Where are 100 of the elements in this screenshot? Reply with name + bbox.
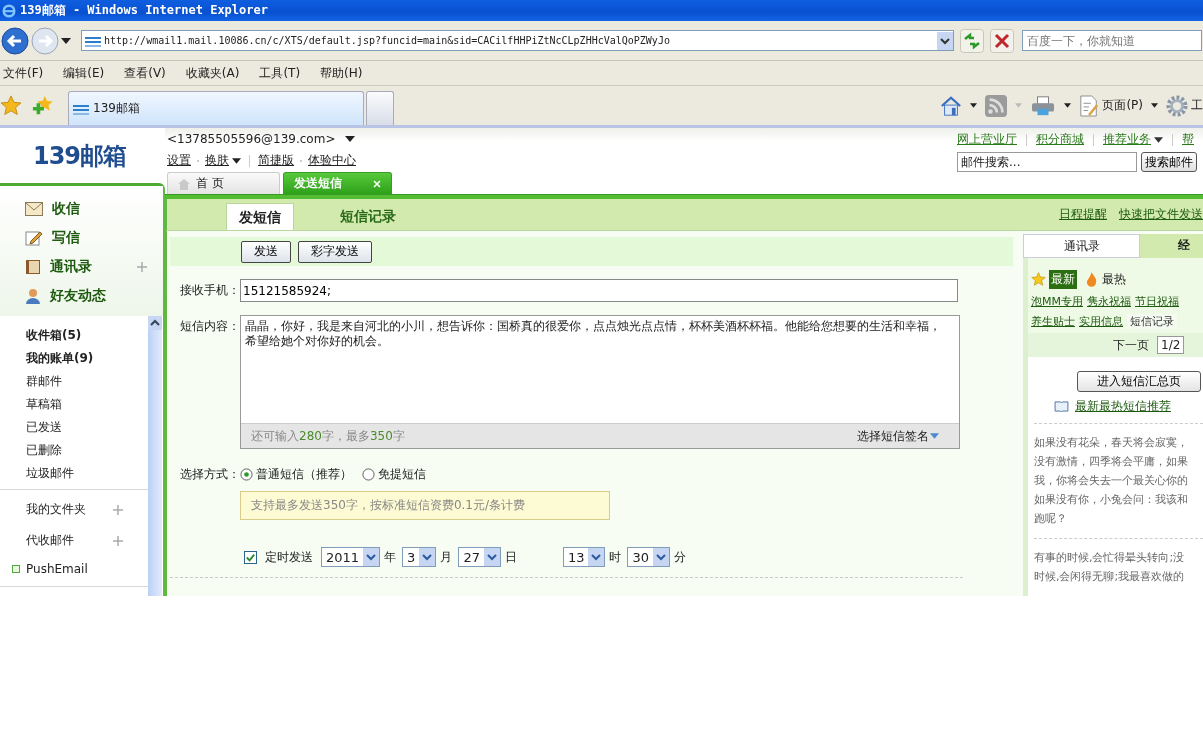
search-field[interactable]: 百度一下，你就知道 [1022, 30, 1202, 51]
tools-menu[interactable]: 工 [1191, 97, 1203, 114]
address-field[interactable]: http://wmail1.mail.10086.cn/c/XTS/default.jsp?funcid=main&sid=CACilfHHPiZtNcCLpZHHcValQoPZWyJo [81, 30, 954, 51]
menu-item[interactable]: 查看(V) [124, 64, 166, 82]
history-caret-icon[interactable] [61, 37, 71, 44]
folder-item[interactable]: 已删除 [0, 439, 148, 462]
sidebar-action[interactable]: 好友动态 [50, 286, 106, 305]
scroll-up-icon[interactable] [148, 316, 162, 330]
page-menu[interactable]: 页面(P) [1102, 97, 1143, 114]
folder-group[interactable]: 代收邮件 [26, 532, 74, 549]
caret-icon[interactable] [1154, 136, 1163, 143]
add-icon[interactable] [113, 504, 123, 515]
signature-dropdown[interactable]: 选择短信签名 [857, 427, 939, 445]
folder-item[interactable]: 群邮件 [0, 370, 148, 393]
sms-sample[interactable]: 有事的时候,会忙得晕头转向;没 时候,会闲得无聊;我最喜欢做的 [1034, 538, 1203, 596]
recommend-link[interactable]: 最新最热短信推荐 [1075, 398, 1171, 415]
sms-sample[interactable]: 如果没有花朵，春天将会寂寞， 没有激情，四季将会平庸，如果 我，你将会失去一个最关心你的 如果没有你，小兔会问：我该和 跑呢？ [1034, 423, 1203, 538]
category-link[interactable]: 实用信息 [1079, 314, 1123, 329]
caret-icon[interactable] [232, 157, 241, 164]
top-link[interactable]: 积分商城 [1036, 131, 1084, 148]
menu-item[interactable]: 工具(T) [259, 64, 301, 82]
home-icon[interactable] [940, 94, 963, 117]
feed-icon[interactable] [985, 94, 1008, 117]
sidebar-action[interactable]: 写信 [52, 228, 80, 247]
gear-icon[interactable] [1166, 94, 1188, 117]
header-link[interactable]: 换肤 [205, 152, 229, 169]
sidebar-action[interactable]: 收信 [52, 199, 80, 218]
category-link[interactable]: 节日祝福 [1135, 294, 1179, 309]
refresh-button[interactable] [960, 28, 984, 53]
browser-tab[interactable]: 139邮箱 [68, 91, 364, 125]
add-favorite-icon[interactable] [32, 94, 54, 117]
date-select[interactable]: 27 [458, 547, 501, 567]
date-select[interactable]: 3 [402, 547, 437, 567]
hint-box: 支持最多发送350字，按标准短信资费0.1元/条计费 [240, 491, 610, 520]
new-tab-button[interactable] [366, 91, 394, 125]
mail-search-field[interactable]: 邮件搜索... [957, 152, 1137, 172]
radio-icon[interactable] [362, 467, 375, 481]
date-select[interactable]: 2011 [321, 547, 381, 567]
back-button[interactable] [1, 26, 29, 55]
scrollbar[interactable] [148, 316, 162, 596]
checkbox[interactable] [244, 550, 257, 564]
caret-icon[interactable] [970, 103, 978, 108]
radio-icon[interactable] [240, 467, 253, 481]
caret-icon[interactable] [1151, 103, 1158, 108]
top-link[interactable]: 帮 [1182, 131, 1194, 148]
folder-group[interactable]: 我的文件夹 [26, 501, 86, 518]
radio-option[interactable]: 普通短信（推荐） [240, 465, 352, 483]
dropdown-icon[interactable] [483, 548, 500, 566]
stop-button[interactable] [990, 28, 1014, 53]
caret-icon[interactable] [1064, 103, 1072, 108]
menu-item[interactable]: 帮助(H) [320, 64, 363, 82]
date-select[interactable]: 13 [562, 547, 606, 567]
send-button[interactable]: 彩字发送 [298, 240, 372, 263]
filter-tab[interactable]: 最热 [1100, 270, 1128, 289]
panel-tab[interactable]: 通讯录 [1023, 234, 1140, 258]
sms-tab[interactable]: 短信记录 [328, 203, 408, 229]
page-tab[interactable]: 首 页 [167, 172, 280, 194]
next-page-link[interactable]: 下一页 [1113, 336, 1149, 354]
dropdown-icon[interactable] [937, 31, 953, 50]
push-email-link[interactable]: PushEmail [26, 562, 88, 576]
menu-item[interactable]: 文件(F) [3, 64, 44, 82]
message-field[interactable]: 晶晶，你好，我是来自河北的小川，想告诉你：国桥真的很爱你，点点烛光点点情，杯杯美酒杯杯福。他能给您想要的生活和幸福，希望给她个对你好的机会。 还可输入280字，最多350字 选择短信签名 [240, 315, 960, 449]
menu-item[interactable]: 收藏夹(A) [185, 64, 240, 82]
printer-icon[interactable] [1030, 94, 1057, 117]
sidebar-action[interactable]: 通讯录 [50, 257, 92, 276]
filter-tab[interactable]: 最新 [1049, 270, 1077, 289]
header-link[interactable]: 简捷版 [258, 152, 294, 169]
unit-label: 分 [674, 548, 686, 566]
tool-link[interactable]: 快速把文件发送 [1119, 206, 1203, 224]
send-button[interactable]: 发送 [241, 240, 291, 263]
tool-link[interactable]: 日程提醒 [1059, 206, 1107, 224]
summary-button[interactable]: 进入短信汇总页 [1077, 371, 1201, 392]
page-select[interactable]: 1/2 [1157, 336, 1185, 354]
category-link[interactable]: 泡MM专用 [1031, 294, 1083, 309]
header-link[interactable]: 体验中心 [308, 152, 356, 169]
close-icon[interactable] [373, 179, 381, 188]
envelope-icon [25, 201, 43, 216]
folder-item[interactable]: 我的账单(9) [0, 347, 148, 370]
folder-item[interactable]: 已发送 [0, 416, 148, 439]
unit-label: 年 [384, 548, 397, 566]
add-icon[interactable] [113, 535, 123, 546]
menu-item[interactable]: 编辑(E) [63, 64, 105, 82]
panel-tab[interactable]: 经 [1140, 234, 1203, 258]
folder-item[interactable]: 垃圾邮件 [0, 462, 148, 485]
top-link[interactable]: 推荐业务 [1103, 131, 1151, 148]
header-link[interactable]: 设置 [167, 152, 191, 169]
category-link[interactable]: 养生贴士 [1031, 314, 1075, 329]
folder-item[interactable]: 收件箱(5) [0, 324, 148, 347]
folder-item[interactable]: 草稿箱 [0, 393, 148, 416]
radio-option[interactable]: 免提短信 [362, 465, 426, 483]
date-select[interactable]: 30 [627, 547, 670, 567]
category-link[interactable]: 短信记录 [1127, 314, 1177, 329]
search-mail-button[interactable]: 搜索邮件 [1141, 152, 1197, 172]
caret-icon[interactable] [345, 136, 356, 142]
star-icon[interactable] [0, 94, 22, 117]
top-link[interactable]: 网上营业厅 [957, 131, 1017, 148]
recipient-field[interactable]: 15121585924; [240, 279, 958, 302]
page-icon[interactable] [1079, 94, 1100, 117]
sms-tab[interactable]: 发短信 [226, 203, 294, 230]
category-link[interactable]: 隽永祝福 [1087, 294, 1131, 309]
